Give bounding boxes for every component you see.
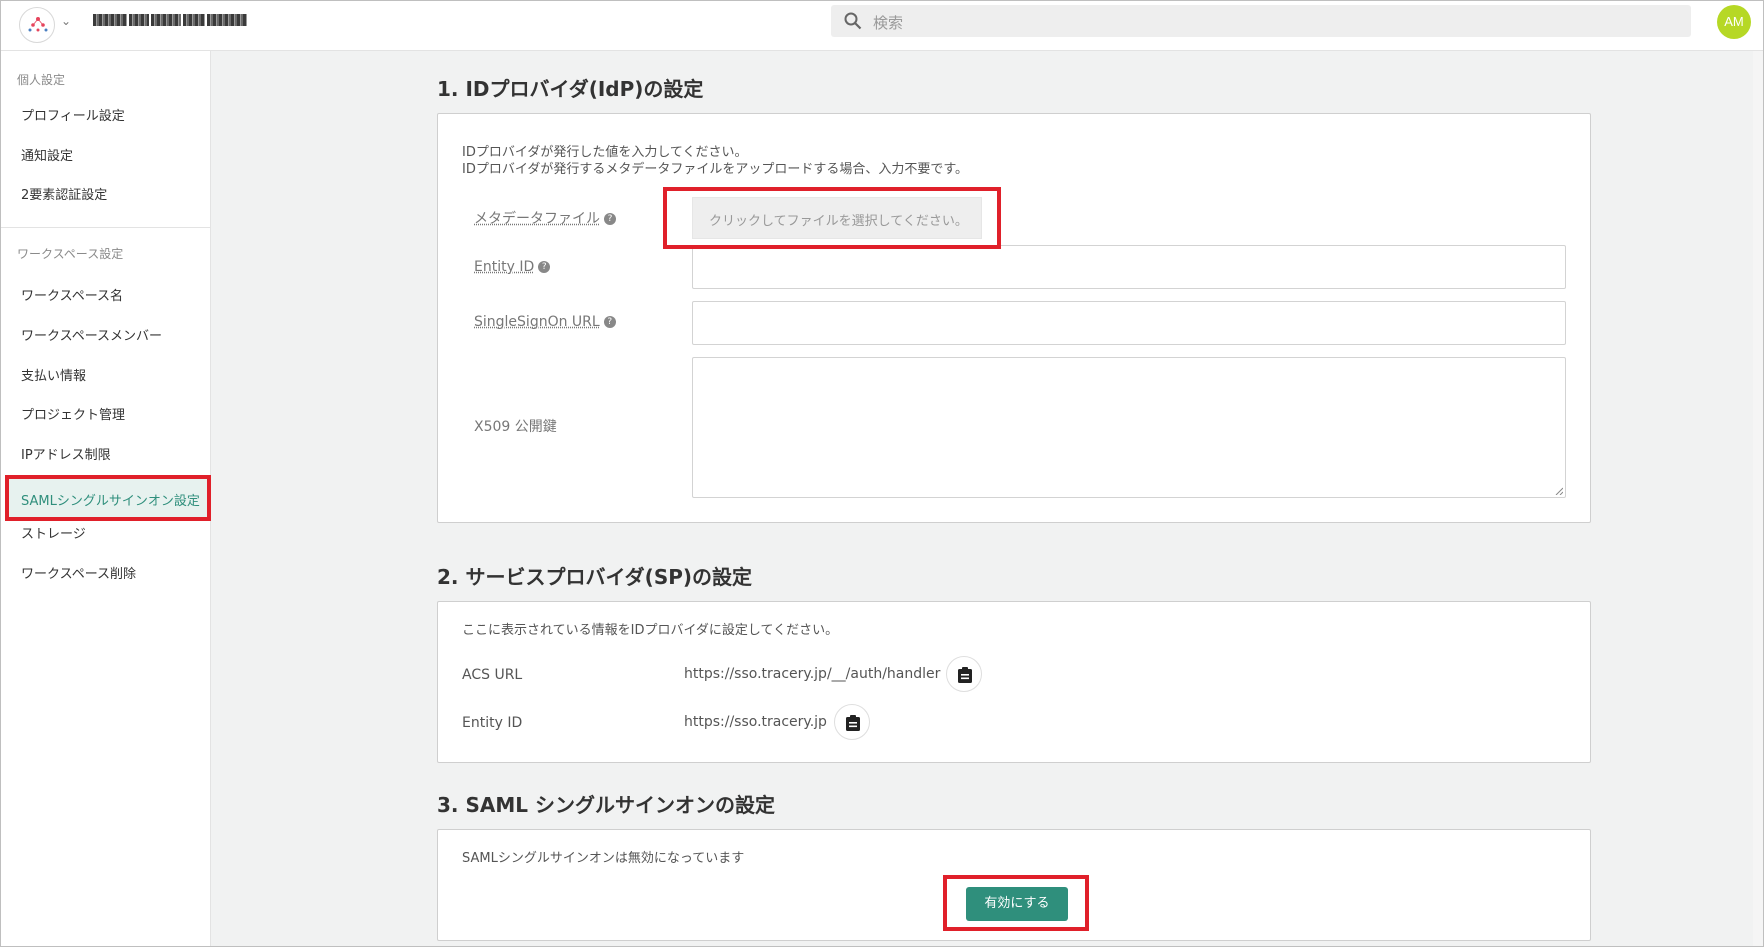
sidebar-section-personal: 個人設定 [17, 73, 66, 87]
scrollbar[interactable] [1753, 51, 1763, 946]
sp-settings-card: ここに表示されている情報をIDプロバイダに設定してください。 ACS URL h… [437, 601, 1591, 763]
metadata-file-label: メタデータファイル? [474, 208, 616, 228]
clipboard-icon [846, 715, 860, 731]
app-window: ⌄ 検索 AM 個人設定 プロフィール設定 通知設定 2要素認証設定 ワークスペ… [0, 0, 1764, 947]
sidebar-item-notifications[interactable]: 通知設定 [21, 145, 73, 164]
sidebar-divider [1, 227, 211, 228]
help-icon[interactable]: ? [603, 316, 616, 328]
search-icon [844, 12, 862, 30]
highlight-metadata-file [663, 187, 1001, 249]
section-sp-title: 2. サービスプロバイダ(SP)の設定 [437, 565, 753, 589]
help-icon[interactable]: ? [604, 213, 616, 225]
sidebar-item-profile[interactable]: プロフィール設定 [21, 105, 125, 124]
acs-url-label: ACS URL [462, 667, 523, 683]
sso-url-label: SingleSignOn URL? [474, 314, 616, 330]
resize-handle-icon[interactable] [1555, 487, 1563, 495]
entity-id-label: Entity ID? [474, 259, 551, 275]
sp-entity-id-label: Entity ID [462, 715, 523, 731]
x509-textarea[interactable] [692, 357, 1566, 498]
app-logo-icon[interactable] [19, 7, 55, 43]
sidebar-section-workspace: ワークスペース設定 [17, 247, 124, 261]
section-idp-title: 1. IDプロバイダ(IdP)の設定 [437, 77, 704, 101]
search-box[interactable]: 検索 [831, 5, 1691, 37]
sidebar-item-billing[interactable]: 支払い情報 [21, 365, 86, 384]
sp-description: ここに表示されている情報をIDプロバイダに設定してください。 [462, 623, 839, 638]
help-icon[interactable]: ? [538, 261, 551, 273]
avatar[interactable]: AM [1717, 5, 1751, 39]
x509-label: X509 公開鍵 [474, 419, 557, 435]
top-header: ⌄ 検索 AM [1, 1, 1763, 51]
sidebar-item-workspace-name[interactable]: ワークスペース名 [21, 285, 123, 304]
highlight-enable-button [943, 875, 1089, 931]
clipboard-icon [958, 667, 972, 683]
copy-acs-url-button[interactable] [946, 656, 982, 692]
idp-settings-card: IDプロバイダが発行した値を入力してください。 IDプロバイダが発行するメタデー… [437, 113, 1591, 523]
sidebar-item-saml-sso[interactable]: SAMLシングルサインオン設定 [5, 475, 211, 521]
search-input[interactable]: 検索 [873, 12, 903, 33]
sp-entity-id-value: https://sso.tracery.jp [684, 714, 827, 730]
saml-status-text: SAMLシングルサインオンは無効になっています [462, 851, 745, 866]
idp-description-line1: IDプロバイダが発行した値を入力してください。 [462, 145, 748, 160]
workspace-name-redacted [93, 9, 259, 26]
sso-url-input[interactable] [692, 301, 1566, 345]
sidebar-item-storage[interactable]: ストレージ [21, 523, 86, 542]
sidebar-item-2fa[interactable]: 2要素認証設定 [21, 184, 107, 203]
sidebar-item-projects[interactable]: プロジェクト管理 [21, 404, 125, 423]
sidebar-item-ip-restriction[interactable]: IPアドレス制限 [21, 444, 111, 463]
chevron-down-icon[interactable]: ⌄ [61, 14, 71, 28]
copy-entity-id-button[interactable] [834, 704, 870, 740]
idp-description-line2: IDプロバイダが発行するメタデータファイルをアップロードする場合、入力不要です。 [462, 162, 969, 177]
sidebar-item-workspace-members[interactable]: ワークスペースメンバー [21, 325, 162, 344]
acs-url-value: https://sso.tracery.jp/__/auth/handler [684, 666, 941, 682]
entity-id-input[interactable] [692, 245, 1566, 289]
sidebar-item-delete-workspace[interactable]: ワークスペース削除 [21, 563, 136, 582]
section-saml-title: 3. SAML シングルサインオンの設定 [437, 793, 775, 817]
sidebar-item-label: SAMLシングルサインオン設定 [21, 494, 200, 509]
